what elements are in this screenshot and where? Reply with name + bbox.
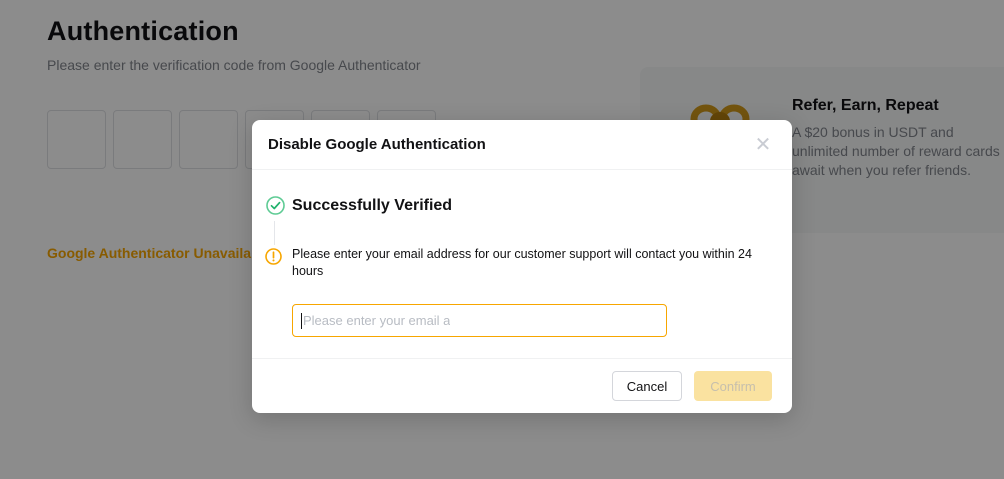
exclamation-circle-icon <box>265 248 282 270</box>
confirm-button[interactable]: Confirm <box>694 371 772 401</box>
modal-header: Disable Google Authentication ✕ <box>252 120 792 170</box>
close-icon[interactable]: ✕ <box>750 132 776 158</box>
text-caret <box>301 313 302 329</box>
step-connector-line <box>274 221 275 245</box>
disable-google-authentication-modal: Disable Google Authentication ✕ Successf… <box>252 120 792 413</box>
check-circle-icon <box>266 196 285 220</box>
email-input[interactable]: Please enter your email a <box>292 304 667 337</box>
success-verified-label: Successfully Verified <box>292 197 452 215</box>
email-input-placeholder: Please enter your email a <box>303 313 450 328</box>
modal-title: Disable Google Authentication <box>268 120 486 170</box>
cancel-button[interactable]: Cancel <box>612 371 682 401</box>
email-instruction-text: Please enter your email address for our … <box>292 246 774 280</box>
modal-footer: Cancel Confirm <box>252 358 792 413</box>
